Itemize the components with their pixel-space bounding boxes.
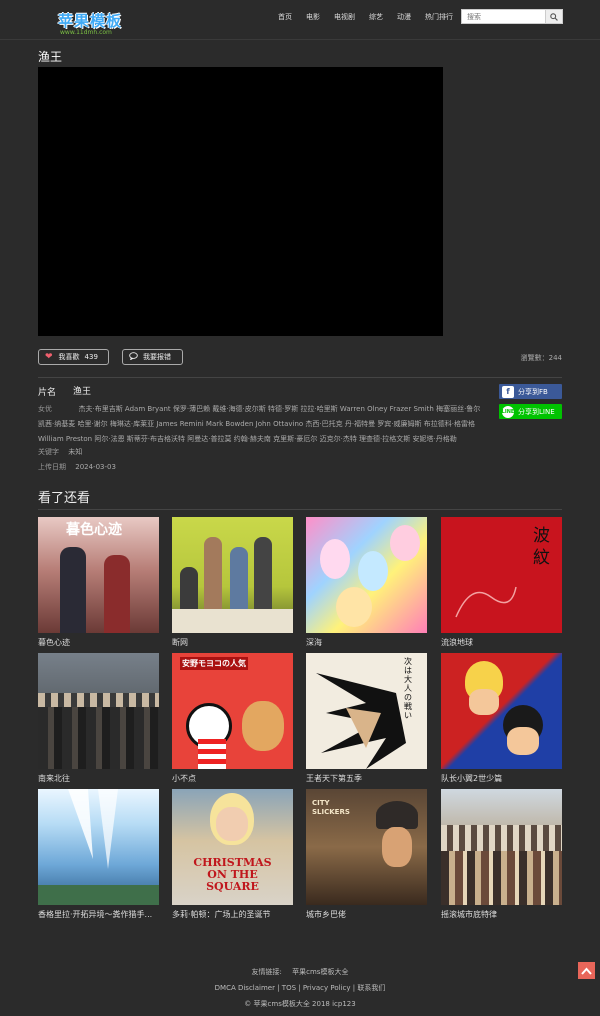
- card-title: 王者天下第五季: [306, 774, 362, 783]
- card-title: 香格里拉·开拓异境～粪作猎手...: [38, 910, 153, 919]
- related-card[interactable]: 安野モヨコの人気 小不点: [172, 653, 293, 784]
- nav-item-movies[interactable]: 电影: [306, 12, 320, 22]
- related-card[interactable]: 深海: [306, 517, 427, 648]
- video-title: 渔王: [38, 50, 63, 64]
- share-fb-label: 分享到FB: [518, 387, 548, 396]
- report-button[interactable]: 我要报错: [122, 349, 183, 365]
- card-title: 南来北往: [38, 774, 70, 783]
- logo-subtext: www.11dmh.com: [60, 29, 112, 36]
- card-title: 城市乡巴佬: [306, 910, 346, 919]
- like-button[interactable]: ❤ 我喜歡 439: [38, 349, 109, 365]
- poster-text: 安野モヨコの人気: [180, 657, 248, 670]
- card-title: 多莉·帕顿：广场上的圣诞节: [172, 910, 271, 919]
- search-icon: [550, 12, 558, 21]
- share-line-label: 分享到LINE: [518, 407, 555, 416]
- footer-links[interactable]: DMCA Disclaimer | TOS | Privacy Policy |…: [0, 980, 600, 996]
- card-title: 小不点: [172, 774, 196, 783]
- related-card[interactable]: CHRISTMAS ON THE SQUARE 多莉·帕顿：广场上的圣诞节: [172, 789, 293, 920]
- related-card[interactable]: CITY SLICKERS 城市乡巴佬: [306, 789, 427, 920]
- logo-text: 苹果模板: [58, 12, 123, 30]
- divider: [38, 509, 562, 510]
- poster-image: [172, 517, 293, 633]
- divider: [38, 377, 562, 378]
- related-card[interactable]: 波紋 流浪地球: [441, 517, 562, 648]
- related-card[interactable]: 断网: [172, 517, 293, 648]
- nav-item-ranking[interactable]: 热门排行: [425, 12, 453, 22]
- site-header: 苹果模板 www.11dmh.com 首页 电影 电视剧 综艺 动漫 热门排行: [0, 0, 600, 40]
- card-title: 流浪地球: [441, 638, 473, 647]
- heart-icon: ❤: [45, 352, 53, 362]
- search-button[interactable]: [545, 10, 562, 23]
- related-card[interactable]: 队长小翼2世少篇: [441, 653, 562, 784]
- poster-text: CHRISTMAS ON THE SQUARE: [193, 856, 272, 893]
- back-to-top-button[interactable]: [578, 962, 595, 979]
- site-footer: 友情链接: 苹果cms模板大全 DMCA Disclaimer | TOS | …: [0, 964, 600, 1012]
- site-logo[interactable]: 苹果模板 www.11dmh.com: [58, 10, 121, 38]
- arrow-up-icon: [581, 967, 592, 975]
- poster-image: 暮色心迹: [38, 517, 159, 633]
- poster-image: CITY SLICKERS: [306, 789, 427, 905]
- card-title: 暮色心迹: [38, 638, 70, 647]
- report-label: 我要报错: [143, 353, 171, 361]
- name-value: 渔王: [73, 387, 92, 397]
- name-label: 片名: [38, 388, 57, 398]
- poster-image: [306, 517, 427, 633]
- poster-image: [441, 789, 562, 905]
- card-title: 断网: [172, 638, 188, 647]
- main-nav: 首页 电影 电视剧 综艺 动漫 热门排行: [278, 12, 467, 22]
- date-label: 上传日期: [38, 463, 66, 471]
- share-fb-button[interactable]: f 分享到FB: [499, 384, 562, 399]
- date-value: 2024-03-03: [75, 463, 116, 471]
- like-label: 我喜歡: [58, 353, 80, 361]
- poster-image: 次は大人の戦い: [306, 653, 427, 769]
- nav-item-variety[interactable]: 综艺: [369, 12, 383, 22]
- facebook-icon: f: [502, 385, 514, 398]
- nav-item-anime[interactable]: 动漫: [397, 12, 411, 22]
- nav-item-tv[interactable]: 电视剧: [334, 12, 355, 22]
- poster-image: [38, 653, 159, 769]
- comment-icon: [129, 351, 138, 363]
- date-row: 上传日期 2024-03-03: [38, 462, 116, 472]
- poster-image: [38, 789, 159, 905]
- search-input[interactable]: [462, 10, 545, 23]
- related-card[interactable]: 摇滚城市底特律: [441, 789, 562, 920]
- poster-text: CITY SLICKERS: [312, 799, 350, 816]
- friend-link[interactable]: 苹果cms模板大全: [292, 968, 348, 976]
- poster-image: 波紋: [441, 517, 562, 633]
- poster-image: CHRISTMAS ON THE SQUARE: [172, 789, 293, 905]
- related-card[interactable]: 暮色心迹 暮色心迹: [38, 517, 159, 648]
- keyword-label: 关键字: [38, 448, 59, 456]
- view-count: 瀏覽數：244: [520, 354, 562, 362]
- card-title: 深海: [306, 638, 322, 647]
- related-card[interactable]: 次は大人の戦い 王者天下第五季: [306, 653, 427, 784]
- cast-value: 杰夫·布里吉斯 Adam Bryant 保罗·薄巴赖 戴维·海德·皮尔斯 特德·…: [38, 405, 481, 443]
- nav-item-home[interactable]: 首页: [278, 12, 292, 22]
- cast-label: 女优: [38, 405, 52, 413]
- cast-info: 女优 杰夫·布里吉斯 Adam Bryant 保罗·薄巴赖 戴维·海德·皮尔斯 …: [38, 402, 488, 447]
- video-player[interactable]: [38, 67, 443, 336]
- line-icon: LINE: [502, 405, 514, 418]
- poster-text: 波紋: [533, 526, 550, 568]
- poster-image: 安野モヨコの人気: [172, 653, 293, 769]
- related-card[interactable]: 南来北往: [38, 653, 159, 784]
- card-title: 摇滚城市底特律: [441, 910, 497, 919]
- copyright: © 苹果cms模板大全 2018 icp123: [244, 1000, 356, 1008]
- search-box: [461, 9, 563, 24]
- related-card[interactable]: 香格里拉·开拓异境～粪作猎手...: [38, 789, 159, 920]
- poster-text: 暮色心迹: [66, 522, 122, 538]
- friend-links: 友情链接: 苹果cms模板大全: [0, 964, 600, 980]
- keyword-value: 未知: [68, 448, 83, 456]
- share-line-button[interactable]: LINE 分享到LINE: [499, 404, 562, 419]
- like-count: 439: [84, 353, 98, 361]
- card-title: 队长小翼2世少篇: [441, 774, 503, 783]
- friend-links-label: 友情链接:: [251, 968, 282, 976]
- poster-image: [441, 653, 562, 769]
- related-section-title: 看了还看: [38, 491, 91, 506]
- keyword-row: 关键字 未知: [38, 447, 82, 457]
- video-info: 片名 渔王: [38, 385, 488, 403]
